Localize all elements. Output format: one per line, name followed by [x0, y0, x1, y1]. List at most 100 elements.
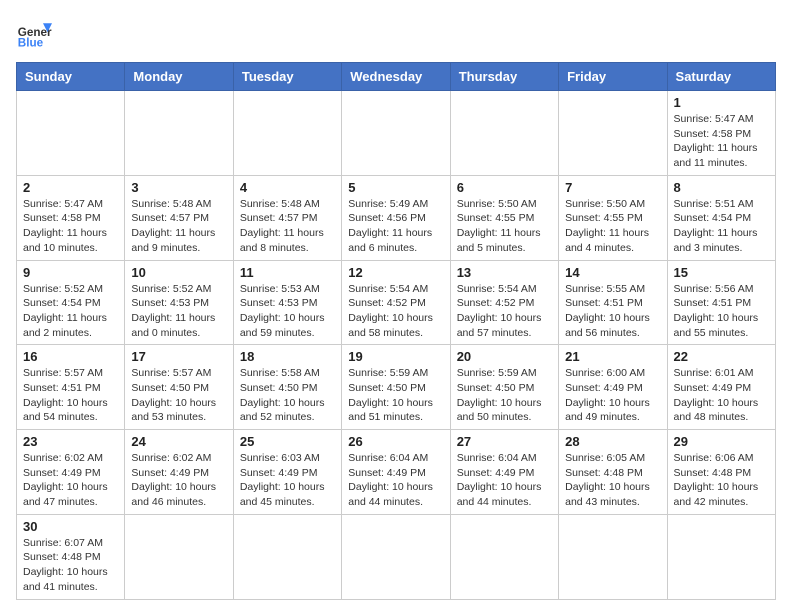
calendar-week-0: 1 Sunrise: 5:47 AM Sunset: 4:58 PM Daylig…: [17, 91, 776, 176]
calendar-cell: 9 Sunrise: 5:52 AM Sunset: 4:54 PM Daylig…: [17, 260, 125, 345]
day-info: Sunrise: 5:52 AM Sunset: 4:54 PM Dayligh…: [23, 282, 118, 341]
day-info: Sunrise: 6:02 AM Sunset: 4:49 PM Dayligh…: [23, 451, 118, 510]
calendar-cell: [125, 514, 233, 599]
calendar-week-1: 2Sunrise: 5:47 AM Sunset: 4:58 PM Daylig…: [17, 175, 776, 260]
day-info: Sunrise: 5:54 AM Sunset: 4:52 PM Dayligh…: [348, 282, 443, 341]
day-number: 15: [674, 265, 769, 280]
calendar-cell: 14 Sunrise: 5:55 AM Sunset: 4:51 PM Dayli…: [559, 260, 667, 345]
calendar-cell: 15 Sunrise: 5:56 AM Sunset: 4:51 PM Dayli…: [667, 260, 775, 345]
calendar-cell: [342, 514, 450, 599]
day-number: 21: [565, 349, 660, 364]
day-info: Sunrise: 5:47 AM Sunset: 4:58 PM Dayligh…: [23, 197, 118, 256]
calendar-cell: [450, 514, 558, 599]
day-number: 17: [131, 349, 226, 364]
day-info: Sunrise: 5:57 AM Sunset: 4:50 PM Dayligh…: [131, 366, 226, 425]
day-number: 24: [131, 434, 226, 449]
day-info: Sunrise: 5:59 AM Sunset: 4:50 PM Dayligh…: [457, 366, 552, 425]
day-info: Sunrise: 5:53 AM Sunset: 4:53 PM Dayligh…: [240, 282, 335, 341]
day-number: 18: [240, 349, 335, 364]
day-info: Sunrise: 6:04 AM Sunset: 4:49 PM Dayligh…: [457, 451, 552, 510]
day-info: Sunrise: 5:48 AM Sunset: 4:57 PM Dayligh…: [240, 197, 335, 256]
day-number: 7: [565, 180, 660, 195]
logo: General Blue: [16, 16, 52, 52]
day-info: Sunrise: 5:54 AM Sunset: 4:52 PM Dayligh…: [457, 282, 552, 341]
calendar-cell: 23 Sunrise: 6:02 AM Sunset: 4:49 PM Dayli…: [17, 430, 125, 515]
day-number: 14: [565, 265, 660, 280]
day-number: 26: [348, 434, 443, 449]
day-info: Sunrise: 5:52 AM Sunset: 4:53 PM Dayligh…: [131, 282, 226, 341]
calendar-cell: 6 Sunrise: 5:50 AM Sunset: 4:55 PM Daylig…: [450, 175, 558, 260]
day-info: Sunrise: 6:05 AM Sunset: 4:48 PM Dayligh…: [565, 451, 660, 510]
weekday-header-saturday: Saturday: [667, 63, 775, 91]
day-number: 12: [348, 265, 443, 280]
calendar-cell: 27 Sunrise: 6:04 AM Sunset: 4:49 PM Dayli…: [450, 430, 558, 515]
calendar-cell: [233, 514, 341, 599]
weekday-header-wednesday: Wednesday: [342, 63, 450, 91]
calendar-cell: [667, 514, 775, 599]
logo-icon: General Blue: [16, 16, 52, 52]
day-info: Sunrise: 6:06 AM Sunset: 4:48 PM Dayligh…: [674, 451, 769, 510]
calendar-cell: [450, 91, 558, 176]
calendar-cell: [559, 91, 667, 176]
calendar-week-4: 23 Sunrise: 6:02 AM Sunset: 4:49 PM Dayli…: [17, 430, 776, 515]
calendar-cell: [342, 91, 450, 176]
day-number: 23: [23, 434, 118, 449]
calendar-table: SundayMondayTuesdayWednesdayThursdayFrid…: [16, 62, 776, 600]
calendar-cell: 12 Sunrise: 5:54 AM Sunset: 4:52 PM Dayli…: [342, 260, 450, 345]
day-number: 8: [674, 180, 769, 195]
day-number: 25: [240, 434, 335, 449]
day-info: Sunrise: 5:50 AM Sunset: 4:55 PM Dayligh…: [565, 197, 660, 256]
day-info: Sunrise: 6:04 AM Sunset: 4:49 PM Dayligh…: [348, 451, 443, 510]
day-info: Sunrise: 5:50 AM Sunset: 4:55 PM Dayligh…: [457, 197, 552, 256]
calendar-cell: 24 Sunrise: 6:02 AM Sunset: 4:49 PM Dayli…: [125, 430, 233, 515]
calendar-cell: 20 Sunrise: 5:59 AM Sunset: 4:50 PM Dayli…: [450, 345, 558, 430]
day-number: 1: [674, 95, 769, 110]
calendar-cell: 17 Sunrise: 5:57 AM Sunset: 4:50 PM Dayli…: [125, 345, 233, 430]
day-info: Sunrise: 5:51 AM Sunset: 4:54 PM Dayligh…: [674, 197, 769, 256]
calendar-cell: [559, 514, 667, 599]
day-info: Sunrise: 5:56 AM Sunset: 4:51 PM Dayligh…: [674, 282, 769, 341]
day-number: 30: [23, 519, 118, 534]
day-info: Sunrise: 6:01 AM Sunset: 4:49 PM Dayligh…: [674, 366, 769, 425]
day-info: Sunrise: 6:07 AM Sunset: 4:48 PM Dayligh…: [23, 536, 118, 595]
weekday-header-tuesday: Tuesday: [233, 63, 341, 91]
calendar-cell: 8 Sunrise: 5:51 AM Sunset: 4:54 PM Daylig…: [667, 175, 775, 260]
calendar-cell: 7 Sunrise: 5:50 AM Sunset: 4:55 PM Daylig…: [559, 175, 667, 260]
day-number: 27: [457, 434, 552, 449]
day-number: 13: [457, 265, 552, 280]
day-number: 28: [565, 434, 660, 449]
calendar-week-2: 9 Sunrise: 5:52 AM Sunset: 4:54 PM Daylig…: [17, 260, 776, 345]
day-info: Sunrise: 5:55 AM Sunset: 4:51 PM Dayligh…: [565, 282, 660, 341]
calendar-cell: 25 Sunrise: 6:03 AM Sunset: 4:49 PM Dayli…: [233, 430, 341, 515]
weekday-header-friday: Friday: [559, 63, 667, 91]
calendar-cell: 16Sunrise: 5:57 AM Sunset: 4:51 PM Dayli…: [17, 345, 125, 430]
day-number: 6: [457, 180, 552, 195]
day-info: Sunrise: 5:48 AM Sunset: 4:57 PM Dayligh…: [131, 197, 226, 256]
calendar-cell: 30 Sunrise: 6:07 AM Sunset: 4:48 PM Dayli…: [17, 514, 125, 599]
day-number: 20: [457, 349, 552, 364]
calendar-week-3: 16Sunrise: 5:57 AM Sunset: 4:51 PM Dayli…: [17, 345, 776, 430]
day-info: Sunrise: 5:47 AM Sunset: 4:58 PM Dayligh…: [674, 112, 769, 171]
calendar-cell: 18 Sunrise: 5:58 AM Sunset: 4:50 PM Dayli…: [233, 345, 341, 430]
day-info: Sunrise: 6:03 AM Sunset: 4:49 PM Dayligh…: [240, 451, 335, 510]
calendar-cell: [125, 91, 233, 176]
day-number: 9: [23, 265, 118, 280]
day-info: Sunrise: 6:02 AM Sunset: 4:49 PM Dayligh…: [131, 451, 226, 510]
weekday-header-row: SundayMondayTuesdayWednesdayThursdayFrid…: [17, 63, 776, 91]
calendar-cell: 1 Sunrise: 5:47 AM Sunset: 4:58 PM Daylig…: [667, 91, 775, 176]
calendar-cell: 2Sunrise: 5:47 AM Sunset: 4:58 PM Daylig…: [17, 175, 125, 260]
calendar-cell: 28 Sunrise: 6:05 AM Sunset: 4:48 PM Dayli…: [559, 430, 667, 515]
day-info: Sunrise: 5:57 AM Sunset: 4:51 PM Dayligh…: [23, 366, 118, 425]
calendar-cell: 26 Sunrise: 6:04 AM Sunset: 4:49 PM Dayli…: [342, 430, 450, 515]
day-info: Sunrise: 5:58 AM Sunset: 4:50 PM Dayligh…: [240, 366, 335, 425]
day-info: Sunrise: 6:00 AM Sunset: 4:49 PM Dayligh…: [565, 366, 660, 425]
calendar-cell: 3Sunrise: 5:48 AM Sunset: 4:57 PM Daylig…: [125, 175, 233, 260]
calendar-cell: 29Sunrise: 6:06 AM Sunset: 4:48 PM Dayli…: [667, 430, 775, 515]
calendar-week-5: 30 Sunrise: 6:07 AM Sunset: 4:48 PM Dayli…: [17, 514, 776, 599]
calendar-cell: 10Sunrise: 5:52 AM Sunset: 4:53 PM Dayli…: [125, 260, 233, 345]
calendar-cell: 4Sunrise: 5:48 AM Sunset: 4:57 PM Daylig…: [233, 175, 341, 260]
day-info: Sunrise: 5:59 AM Sunset: 4:50 PM Dayligh…: [348, 366, 443, 425]
svg-text:Blue: Blue: [18, 37, 44, 50]
calendar-cell: 5Sunrise: 5:49 AM Sunset: 4:56 PM Daylig…: [342, 175, 450, 260]
calendar-cell: 13 Sunrise: 5:54 AM Sunset: 4:52 PM Dayli…: [450, 260, 558, 345]
